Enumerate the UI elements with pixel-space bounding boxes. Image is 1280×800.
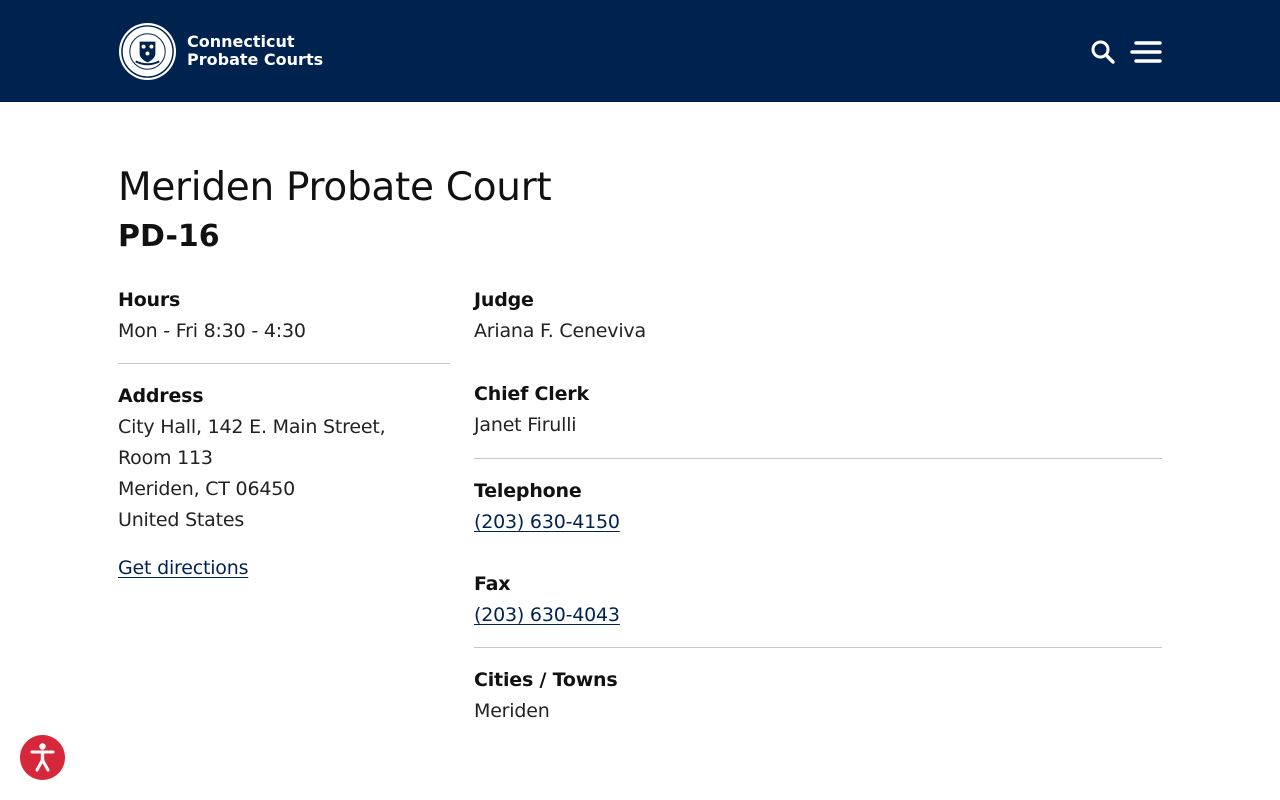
judge-section: Judge Ariana F. Ceneviva	[474, 286, 1162, 347]
cities-towns-label: Cities / Towns	[474, 669, 618, 691]
hours-section: Hours Mon - Fri 8:30 - 4:30	[118, 286, 450, 347]
fax-link[interactable]: (203) 630-4043	[474, 600, 1162, 631]
chief-clerk-label: Chief Clerk	[474, 383, 589, 405]
telephone-section: Telephone (203) 630-4150	[474, 477, 1162, 538]
divider	[118, 363, 450, 364]
brand-line-1: Connecticut	[187, 32, 295, 51]
address-line: Meriden, CT 06450	[118, 478, 295, 500]
accessibility-icon	[30, 743, 55, 772]
home-logo-link[interactable]: Connecticut Probate Courts	[118, 21, 323, 81]
telephone-link[interactable]: (203) 630-4150	[474, 507, 1162, 538]
seal-logo-icon	[118, 22, 177, 80]
telephone-label: Telephone	[474, 480, 582, 502]
page-title: Meriden Probate Court	[118, 165, 552, 210]
fax-label: Fax	[474, 573, 511, 595]
cities-towns-section: Cities / Towns Meriden	[474, 666, 1162, 727]
site-header: Connecticut Probate Courts	[0, 0, 1280, 102]
divider	[474, 458, 1162, 459]
search-icon[interactable]	[1090, 39, 1116, 65]
judge-label: Judge	[474, 289, 534, 311]
header-actions	[1090, 36, 1162, 68]
address-section: Address City Hall, 142 E. Main Street, R…	[118, 382, 450, 536]
chief-clerk-value: Janet Firulli	[474, 414, 577, 436]
brand-line-2: Probate Courts	[187, 50, 324, 69]
cities-towns-value: Meriden	[474, 700, 550, 722]
hamburger-menu-icon[interactable]	[1130, 39, 1162, 65]
right-column: Judge Ariana F. Ceneviva Chief Clerk Jan…	[474, 286, 1162, 727]
address-line: United States	[118, 509, 245, 531]
page-subtitle: PD-16	[118, 219, 220, 254]
chief-clerk-section: Chief Clerk Janet Firulli	[474, 380, 1162, 441]
accessibility-button[interactable]	[20, 735, 65, 780]
address-line: Room 113	[118, 447, 213, 469]
judge-value: Ariana F. Ceneviva	[474, 320, 646, 342]
get-directions-link[interactable]: Get directions	[118, 557, 248, 579]
hours-label: Hours	[118, 289, 181, 311]
left-column: Hours Mon - Fri 8:30 - 4:30 Address City…	[118, 286, 450, 584]
brand-name: Connecticut Probate Courts	[187, 33, 323, 69]
address-line: City Hall, 142 E. Main Street,	[118, 416, 386, 438]
divider	[474, 647, 1162, 648]
fax-section: Fax (203) 630-4043	[474, 570, 1162, 631]
address-label: Address	[118, 385, 204, 407]
hours-value: Mon - Fri 8:30 - 4:30	[118, 320, 306, 342]
